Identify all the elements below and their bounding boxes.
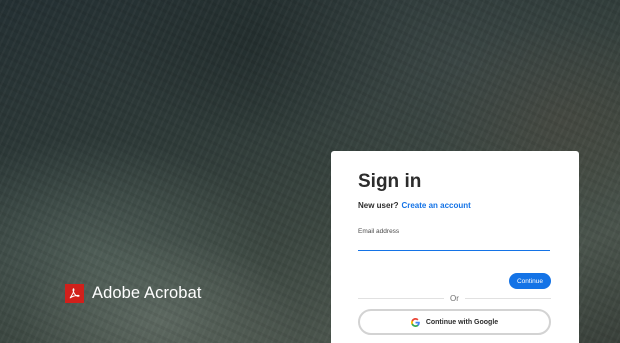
google-icon — [410, 317, 420, 327]
create-account-link[interactable]: Create an account — [401, 201, 470, 210]
new-user-label: New user? — [358, 201, 399, 210]
acrobat-logo-icon — [65, 284, 84, 303]
brand-name: Adobe Acrobat — [92, 284, 202, 302]
continue-button[interactable]: Continue — [508, 273, 551, 289]
continue-with-google-button[interactable]: Continue with Google — [358, 309, 551, 335]
brand: Adobe Acrobat — [65, 284, 202, 303]
or-divider: Or — [358, 293, 551, 303]
google-button-label: Continue with Google — [425, 318, 499, 326]
page-title: Sign in — [358, 171, 422, 192]
new-user-row: New user? Create an account — [358, 201, 551, 210]
email-label: Email address — [358, 228, 400, 235]
divider-text: Or — [444, 293, 465, 303]
email-field[interactable] — [358, 237, 550, 251]
signin-card: Sign in New user? Create an account Emai… — [331, 151, 579, 343]
continue-row: Continue — [358, 273, 551, 289]
